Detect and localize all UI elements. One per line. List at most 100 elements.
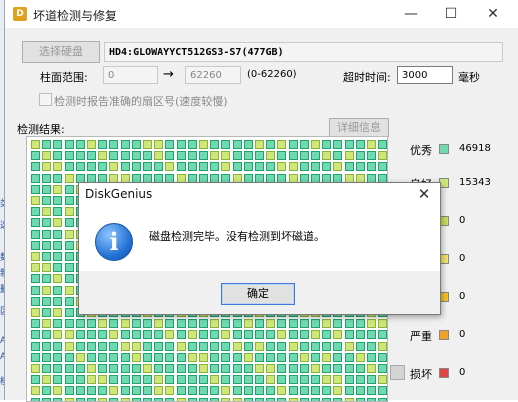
minimize-button[interactable]: — [391,2,431,26]
sector-cell [378,386,387,396]
sector-cell [311,319,320,329]
sector-cell [232,319,242,329]
sector-cell [64,140,74,149]
sector-cell [243,162,253,172]
sector-cell [378,330,387,340]
sector-cell [42,218,52,228]
ok-button[interactable]: 确定 [221,283,295,305]
sector-cell [333,140,343,149]
sector-cell [154,375,164,385]
sector-cell [311,352,320,362]
sector-cell [243,341,253,351]
sector-cell [322,364,332,373]
sector-cell [266,140,276,149]
dialog-message: 磁盘检测完毕。没有检测到坏磁道。 [149,230,325,243]
legend-count: 0 [459,215,466,226]
sector-cell [221,341,231,351]
sector-cell [299,375,309,385]
sector-cell [243,140,253,149]
sector-cell [277,330,287,340]
sector-cell [221,375,231,385]
sector-cell [243,330,253,340]
sector-cell [120,330,130,340]
accurate-sector-checkbox[interactable] [39,93,52,106]
sector-cell [64,162,74,172]
sector-cell [75,140,85,149]
sector-cell [288,151,298,161]
sector-cell [344,352,354,362]
sector-cell [187,151,197,161]
sector-cell [232,341,242,351]
sector-cell [255,341,264,351]
sector-cell [266,352,276,362]
sector-cell [266,386,276,396]
sector-cell [210,140,220,149]
sector-cell [53,252,63,261]
sector-cell [378,364,387,373]
sector-cell [154,140,164,149]
sector-cell [199,386,208,396]
sector-cell [344,319,354,329]
sector-cell [299,319,309,329]
sector-cell [165,341,175,351]
sector-cell [143,352,152,362]
sector-cell [98,140,108,149]
sector-cell [64,184,74,194]
sector-cell [243,386,253,396]
sector-cell [288,352,298,362]
sector-cell [120,151,130,161]
sector-cell [165,140,175,149]
sector-cell [109,151,119,161]
sector-cell [210,341,220,351]
timeout-input[interactable]: 3000 [397,66,453,84]
details-button[interactable]: 详细信息 [329,118,389,137]
sector-cell [53,274,63,284]
title-bar: D 坏道检测与修复 — ☐ ✕ [5,0,518,28]
sector-cell [277,319,287,329]
sector-cell [31,196,40,205]
sector-cell [165,352,175,362]
timeout-unit: 毫秒 [458,71,480,84]
sector-cell [64,196,74,205]
sector-cell [143,319,152,329]
range-start-input[interactable]: 0 [103,66,158,84]
sector-cell [322,151,332,161]
damaged-block-icon [390,365,405,380]
sector-cell [299,352,309,362]
sector-cell [367,375,376,385]
range-end-input[interactable]: 62260 [185,66,241,84]
dialog-close-icon[interactable]: ✕ [414,185,434,203]
sector-cell [288,319,298,329]
sector-cell [344,386,354,396]
disk-name-field: HD4:GLOWAYYCT512GS3-S7(477GB) [104,42,503,62]
sector-cell [120,364,130,373]
sector-cell [176,375,186,385]
sector-cell [165,386,175,396]
sector-cell [64,252,74,261]
sector-cell [266,375,276,385]
close-button[interactable]: ✕ [473,2,513,26]
sector-cell [344,341,354,351]
sector-cell [64,285,74,295]
sector-cell [311,364,320,373]
sector-cell [31,140,40,149]
sector-cell [98,364,108,373]
sector-cell [344,140,354,149]
sector-cell [243,375,253,385]
maximize-button[interactable]: ☐ [431,2,471,26]
sector-cell [288,386,298,396]
sector-cell [221,319,231,329]
sector-cell [322,162,332,172]
sector-cell [255,375,264,385]
sector-cell [53,364,63,373]
sector-cell [299,140,309,149]
dialog-body: i 磁盘检测完毕。没有检测到坏磁道。 [79,205,440,271]
select-disk-button[interactable]: 选择硬盘 [22,41,100,63]
sector-cell [367,386,376,396]
sector-cell [53,162,63,172]
sector-cell [131,341,141,351]
sector-cell [109,330,119,340]
sector-cell [98,151,108,161]
sector-cell [232,151,242,161]
sector-cell [120,319,130,329]
